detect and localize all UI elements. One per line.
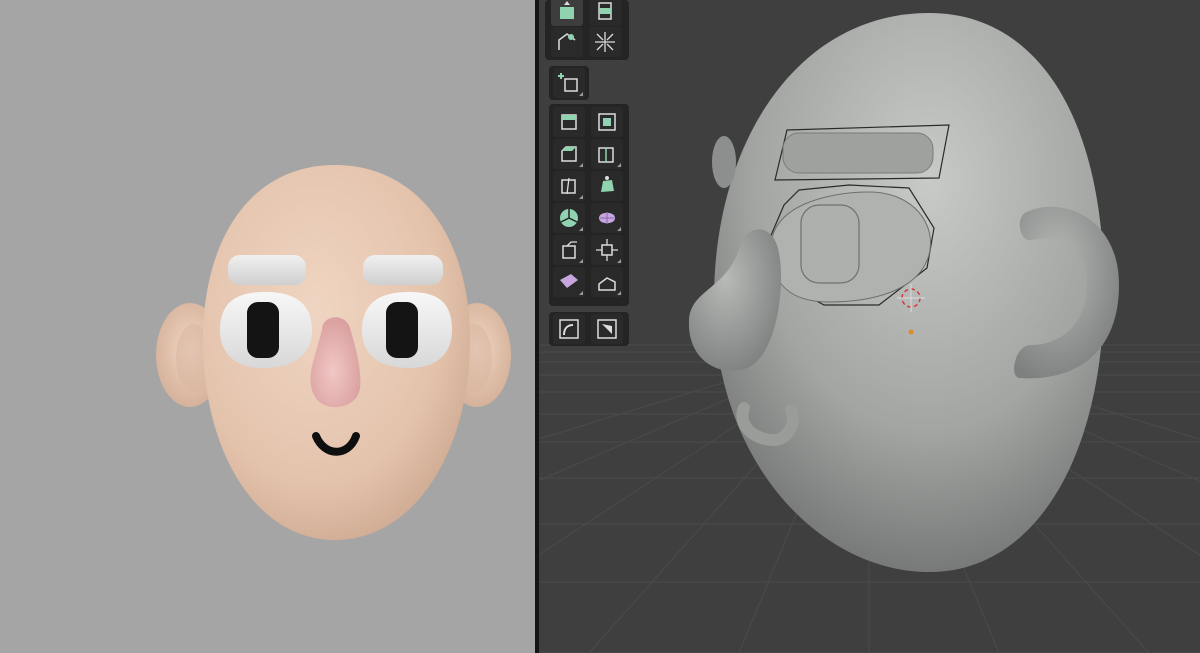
- rotate-tool-icon: [598, 2, 612, 20]
- rip-tool-icon: [598, 277, 616, 291]
- transform-group: [545, 0, 629, 60]
- edge-slide-tool[interactable]: [553, 235, 585, 265]
- extra-group: [549, 312, 629, 346]
- 3d-viewport[interactable]: [539, 0, 1200, 653]
- add-group: [549, 66, 589, 100]
- snap-tool[interactable]: [591, 314, 623, 344]
- edge-slide-tool-icon: [562, 241, 577, 259]
- extrude-tool[interactable]: [553, 107, 585, 137]
- smooth-tool-icon: [599, 212, 615, 224]
- right-eye: [362, 292, 452, 368]
- loop-cut-tool-icon: [598, 147, 614, 163]
- submenu-indicator-icon: [579, 291, 583, 295]
- shear-tool[interactable]: [553, 267, 585, 297]
- rotate-tool[interactable]: [589, 0, 621, 26]
- submenu-indicator-icon: [617, 291, 621, 295]
- knife-tool[interactable]: [553, 171, 585, 201]
- rip-tool[interactable]: [591, 267, 623, 297]
- loop-cut-tool[interactable]: [591, 139, 623, 169]
- poly-build-tool[interactable]: [591, 171, 623, 201]
- curve-tool[interactable]: [553, 314, 585, 344]
- spin-tool-icon: [560, 209, 578, 227]
- move-tool[interactable]: [551, 0, 583, 26]
- poly-build-tool-icon: [601, 176, 614, 192]
- left-eyebrow: [228, 255, 306, 285]
- add-cube-icon: [558, 73, 578, 92]
- tool-shelf: [545, 0, 635, 360]
- move-tool-icon: [560, 1, 574, 19]
- measure-tool-icon: [595, 32, 615, 52]
- annotate-tool-icon: [558, 33, 576, 50]
- left-eye: [220, 292, 312, 368]
- smooth-tool[interactable]: [591, 203, 623, 233]
- knife-tool-icon: [561, 177, 576, 195]
- shrink-fatten-tool-icon: [596, 239, 618, 261]
- bevel-tool[interactable]: [553, 139, 585, 169]
- submenu-indicator-icon: [579, 92, 583, 96]
- render-preview-canvas: [156, 165, 511, 540]
- spin-tool[interactable]: [553, 203, 585, 233]
- annotate-tool[interactable]: [551, 27, 583, 57]
- snap-tool-icon: [597, 319, 617, 339]
- add-cube-tool[interactable]: [553, 68, 585, 98]
- object-origin-dot: [908, 329, 914, 335]
- submenu-indicator-icon: [579, 163, 583, 167]
- curve-tool-icon: [559, 319, 579, 339]
- inset-tool[interactable]: [591, 107, 623, 137]
- left-pupil: [247, 302, 279, 358]
- submenu-indicator-icon: [579, 227, 583, 231]
- submenu-indicator-icon: [617, 259, 621, 263]
- bevel-tool-icon: [561, 146, 577, 162]
- viewport-canvas[interactable]: [539, 0, 1200, 653]
- inset-tool-icon: [598, 113, 616, 131]
- right-eyebrow: [363, 255, 443, 285]
- render-preview-panel: [0, 0, 535, 653]
- right-pupil: [386, 302, 418, 358]
- shrink-fatten-tool[interactable]: [591, 235, 623, 265]
- submenu-indicator-icon: [579, 259, 583, 263]
- clay-far-ear: [712, 136, 736, 188]
- measure-tool[interactable]: [589, 27, 621, 57]
- submenu-indicator-icon: [617, 163, 621, 167]
- submenu-indicator-icon: [579, 195, 583, 199]
- extrude-tool-icon: [561, 114, 577, 130]
- shear-tool-icon: [560, 274, 578, 288]
- submenu-indicator-icon: [617, 227, 621, 231]
- mesh-edit-group: [549, 104, 629, 306]
